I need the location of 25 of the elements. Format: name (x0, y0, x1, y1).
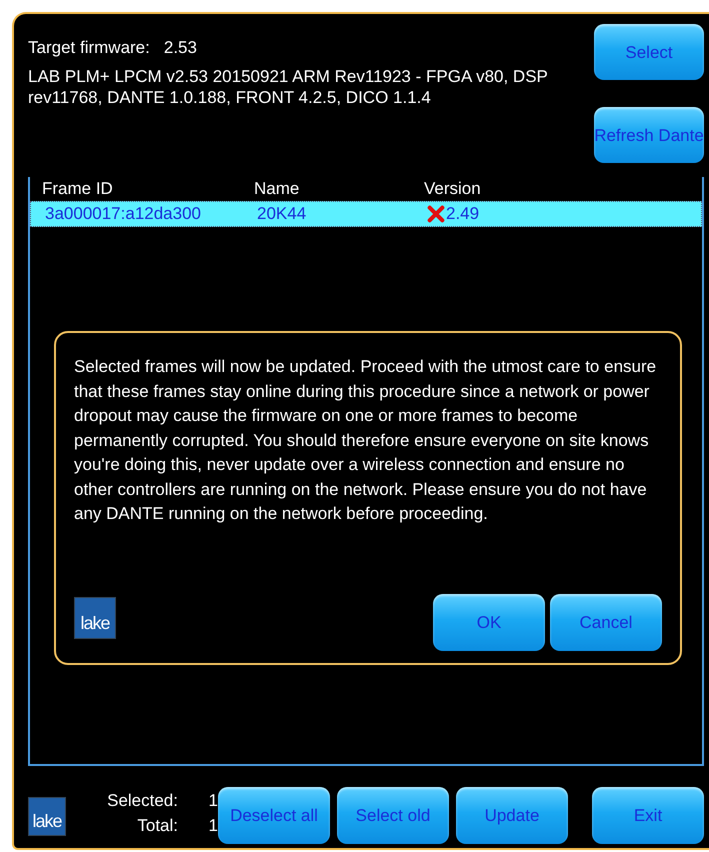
footer-button[interactable]: Deselect all (218, 787, 330, 844)
footer-button[interactable]: Exit (592, 787, 704, 844)
target-firmware-value: 2.53 (164, 38, 197, 58)
footer-button[interactable]: Select old (337, 787, 449, 844)
firmware-description: LAB PLM+ LPCM v2.53 20150921 ARM Rev11923 - FPGA v80, DSP rev11768, DANTE 1.0.188, FRONT 4.2.5, DICO 1.1.4 (28, 66, 549, 108)
lake-logo: lake (28, 797, 66, 836)
table-cell: 2.49 (446, 204, 480, 224)
side-button[interactable]: Refresh Dante (594, 107, 704, 163)
stat-label: Selected: (106, 791, 178, 811)
column-header: Version (424, 179, 481, 199)
stat-value: 1 (208, 791, 218, 811)
dialog-button[interactable]: OK (433, 594, 545, 651)
dialog-button[interactable]: Cancel (550, 594, 662, 651)
side-button[interactable]: Select (594, 24, 704, 80)
footer-button[interactable]: Update (456, 787, 568, 844)
table-cell-text: 3a000017:a12da300 (45, 204, 202, 224)
stat-value: 1 (208, 816, 218, 836)
table-cell-text: 20K44 (257, 204, 308, 224)
target-firmware-label: Target firmware: (28, 38, 150, 58)
dialog-message: Selected frames will now be updated. Proceed with the utmost care to ensure that these frames stay online during this procedure since a network or power dropout may cause the firmware on one or more frames to become permanently corrupted. You should therefore ensure everyone on site knows you're doing this, never update over a wireless connection and ensure no other controllers are running on the network. Please ensure you do not have any DANTE running on the network before proceeding. (74, 356, 658, 525)
column-header: Frame ID (42, 179, 114, 199)
column-header: Name (254, 179, 300, 199)
stat-label: Total: (136, 816, 178, 836)
lake-logo: lake (74, 597, 116, 639)
frame-row[interactable]: 3a000017:a12da300 20K44 2.49 (30, 201, 702, 227)
